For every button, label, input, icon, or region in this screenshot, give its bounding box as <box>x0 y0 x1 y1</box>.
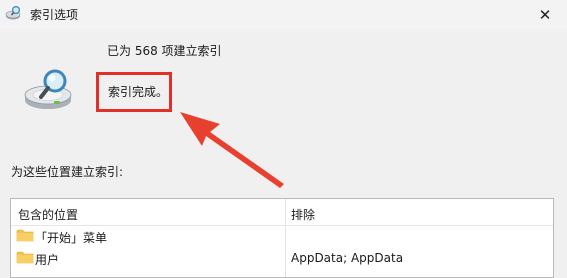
index-complete-text: 索引完成。 <box>108 85 169 99</box>
locations-label: 为这些位置建立索引: <box>11 165 124 179</box>
column-header-exclude[interactable]: 排除 <box>291 206 315 223</box>
list-item[interactable]: 「开始」菜单 <box>11 226 553 246</box>
location-name: 「开始」菜单 <box>35 231 108 245</box>
location-exclude: AppData; AppData <box>291 251 404 265</box>
location-name: 用户 <box>35 253 60 267</box>
drive-search-icon <box>24 69 72 109</box>
indexing-options-icon <box>5 5 21 20</box>
column-header-included[interactable]: 包含的位置 <box>18 206 78 223</box>
window-title: 索引选项 <box>30 8 79 22</box>
folder-icon <box>16 229 34 242</box>
close-icon: ✕ <box>538 6 552 24</box>
title-bar: 索引选项 ✕ <box>0 0 567 30</box>
close-button[interactable]: ✕ <box>523 0 567 30</box>
folder-icon <box>16 251 34 264</box>
indexed-count-text: 已为 568 项建立索引 <box>107 44 222 58</box>
indexed-locations-list[interactable]: 包含的位置 排除 「开始」菜单 用户 AppData; AppData <box>10 198 554 278</box>
list-header: 包含的位置 排除 <box>11 199 553 226</box>
list-item[interactable]: 用户 AppData; AppData <box>11 248 553 268</box>
annotation-arrow <box>180 112 284 188</box>
